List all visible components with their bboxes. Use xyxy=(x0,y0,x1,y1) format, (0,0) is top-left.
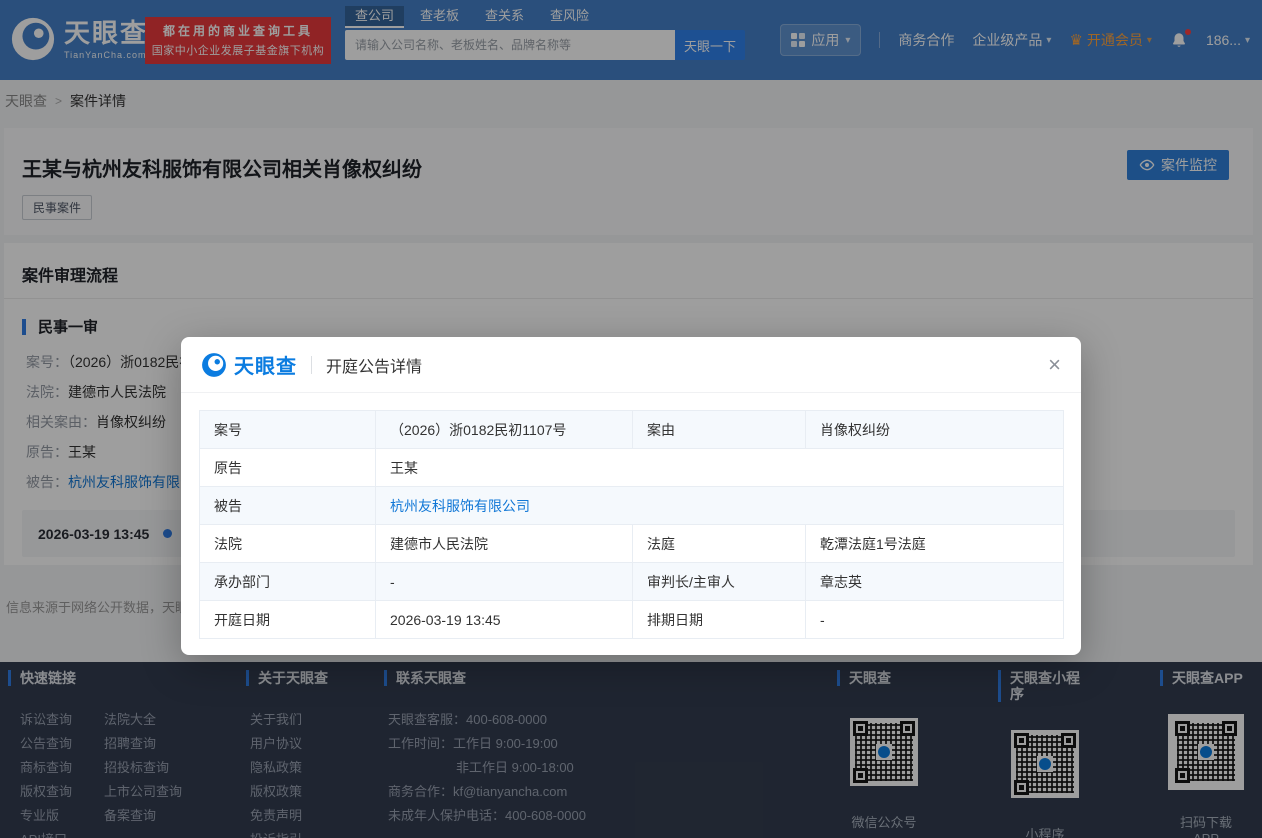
modal-body: 案号 （2026）浙0182民初1107号 案由 肖像权纠纷 原告 王某 被告 … xyxy=(181,393,1081,655)
table-row: 案号 （2026）浙0182民初1107号 案由 肖像权纠纷 xyxy=(199,410,1064,449)
cell-value: 肖像权纠纷 xyxy=(805,410,1064,449)
cell-label: 排期日期 xyxy=(632,600,806,639)
modal-header-divider xyxy=(311,355,312,374)
cell-label: 案号 xyxy=(199,410,376,449)
cell-value: - xyxy=(805,600,1064,639)
cell-label: 法院 xyxy=(199,524,376,563)
cell-label: 案由 xyxy=(632,410,806,449)
table-row: 原告 王某 xyxy=(199,448,1064,487)
cell-label: 审判长/主审人 xyxy=(632,562,806,601)
table-row: 承办部门 - 审判长/主审人 章志英 xyxy=(199,562,1064,601)
cell-value: - xyxy=(375,562,633,601)
cell-value: 杭州友科服饰有限公司 xyxy=(375,486,1064,525)
table-row: 法院 建德市人民法院 法庭 乾潭法庭1号法庭 xyxy=(199,524,1064,563)
cell-value: 建德市人民法院 xyxy=(375,524,633,563)
cell-label: 承办部门 xyxy=(199,562,376,601)
cell-label: 被告 xyxy=(199,486,376,525)
cell-value: 2026-03-19 13:45 xyxy=(375,600,633,639)
cell-value: 王某 xyxy=(375,448,1064,487)
table-row: 开庭日期 2026-03-19 13:45 排期日期 - xyxy=(199,600,1064,639)
hearing-detail-table: 案号 （2026）浙0182民初1107号 案由 肖像权纠纷 原告 王某 被告 … xyxy=(199,410,1064,639)
cell-label: 开庭日期 xyxy=(199,600,376,639)
modal-logo-text: 天眼查 xyxy=(234,356,297,378)
tianyancha-eye-logo-icon xyxy=(202,352,226,377)
hearing-announcement-modal: 天眼查 开庭公告详情 × 案号 （2026）浙0182民初1107号 案由 肖像… xyxy=(181,337,1081,655)
defendant-company-link[interactable]: 杭州友科服饰有限公司 xyxy=(390,498,530,514)
cell-value: 章志英 xyxy=(805,562,1064,601)
cell-label: 法庭 xyxy=(632,524,806,563)
modal-close-icon[interactable]: × xyxy=(1048,353,1061,376)
cell-value: （2026）浙0182民初1107号 xyxy=(375,410,633,449)
modal-title: 开庭公告详情 xyxy=(326,358,423,376)
cell-value: 乾潭法庭1号法庭 xyxy=(805,524,1064,563)
page: 天眼查 TianYanCha.com 都在用的商业查询工具 国家中小企业发展子基… xyxy=(0,0,1262,838)
modal-header: 天眼查 开庭公告详情 × xyxy=(181,337,1081,393)
cell-label: 原告 xyxy=(199,448,376,487)
table-row: 被告 杭州友科服饰有限公司 xyxy=(199,486,1064,525)
